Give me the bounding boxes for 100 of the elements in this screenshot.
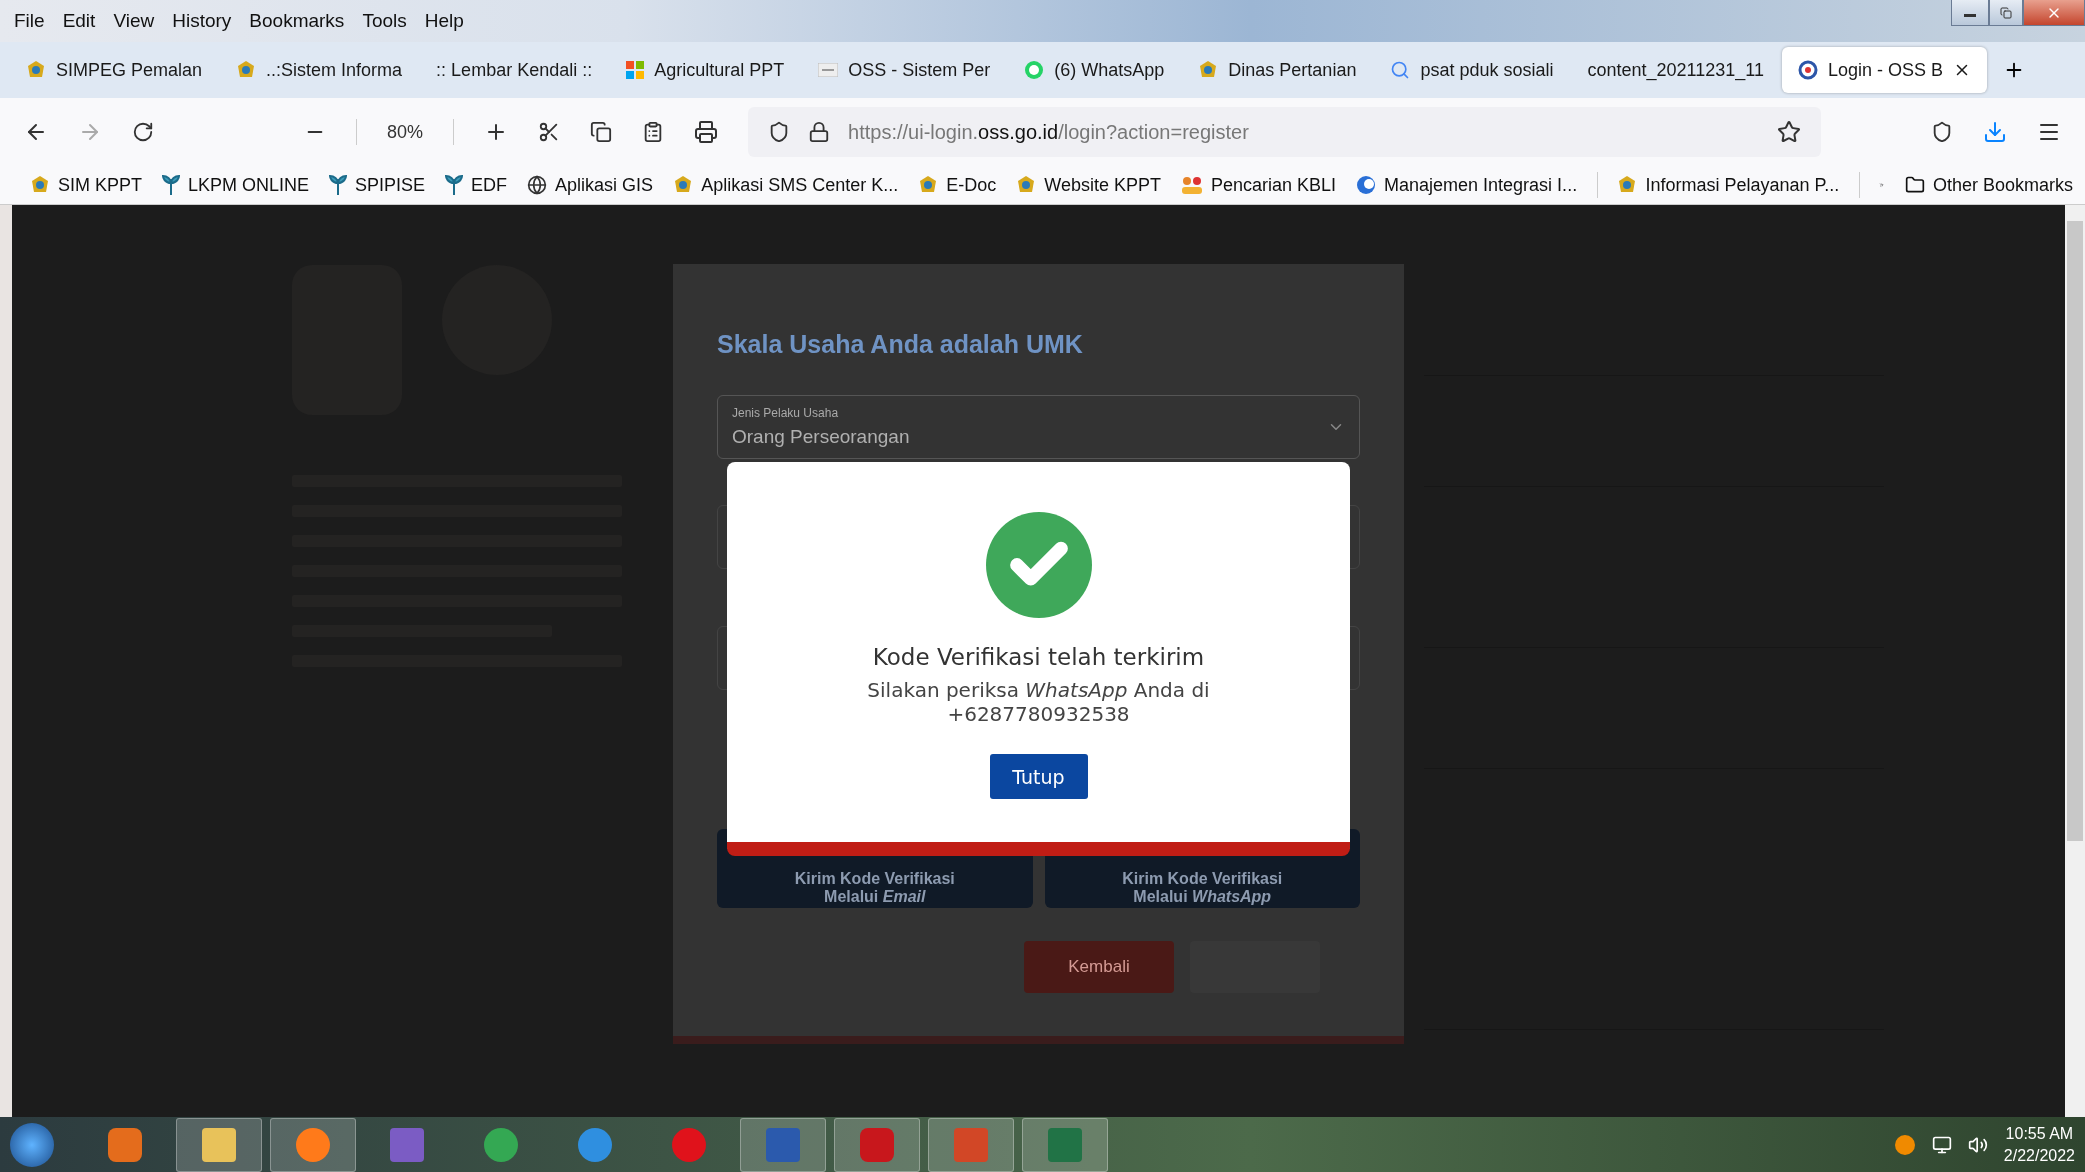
chat-icon <box>1024 60 1045 80</box>
tab-title: ..:Sistem Informa <box>266 59 403 81</box>
bookmark-label: E-Doc <box>946 174 997 196</box>
taskbar-button[interactable] <box>1022 1117 1108 1172</box>
menu-item[interactable]: Bookmarks <box>249 10 345 32</box>
field-label: Jenis Pelaku Usaha <box>732 406 840 420</box>
emblem-icon <box>1016 175 1037 195</box>
scrollbar[interactable] <box>2065 205 2085 1117</box>
taskbar-button[interactable] <box>740 1117 826 1172</box>
emblem-icon <box>30 175 50 195</box>
bookmark-item[interactable]: Pencarian KBLI <box>1180 174 1337 196</box>
emblem-icon <box>26 60 46 80</box>
taskbar-button[interactable] <box>176 1117 262 1172</box>
copy-icon[interactable] <box>590 121 613 143</box>
browser-tab[interactable]: Login - OSS B <box>1782 47 1988 93</box>
menu-item[interactable]: Tools <box>362 10 407 32</box>
reload-icon[interactable] <box>132 121 154 143</box>
browser-icon <box>672 1127 706 1162</box>
taskbar-button[interactable] <box>270 1117 356 1172</box>
menu-item[interactable]: View <box>113 10 155 32</box>
browser-icon <box>484 1127 518 1162</box>
editor-icon <box>390 1127 424 1162</box>
back-button[interactable]: Kembali <box>1024 941 1174 993</box>
download-icon[interactable] <box>1983 120 2007 144</box>
presentation-icon <box>954 1127 988 1162</box>
tab-title: content_20211231_11 <box>1587 59 1764 81</box>
taskbar-button[interactable] <box>834 1117 920 1172</box>
browser-tab[interactable]: psat pduk sosiali <box>1374 47 1570 93</box>
bookmark-item[interactable]: Aplikasi GIS <box>527 174 654 196</box>
emblem-icon <box>1617 175 1638 195</box>
emblem-icon <box>1198 60 1219 80</box>
tab-title: SIMPEG Pemalan <box>56 59 203 81</box>
browser-tab[interactable]: OSS - Sistem Per <box>802 47 1007 93</box>
browser-tab[interactable]: SIMPEG Pemalan <box>10 47 219 93</box>
browser-icon <box>578 1127 612 1162</box>
browser-tab[interactable]: (6) WhatsApp <box>1008 47 1181 93</box>
grid-icon <box>626 61 645 79</box>
bookmark-item[interactable]: Website KPPT <box>1016 174 1161 196</box>
tab-title: :: Lembar Kendali :: <box>436 59 593 81</box>
emblem-icon <box>918 175 939 195</box>
bookmark-label: Other Bookmarks <box>1932 174 2073 196</box>
leaf-icon <box>162 175 180 195</box>
menu-item[interactable]: Help <box>424 10 464 32</box>
close-dialog-button[interactable]: Tutup <box>989 754 1088 799</box>
network-icon[interactable] <box>1931 1134 1952 1155</box>
bookmark-item[interactable]: LKPM ONLINE <box>162 174 310 196</box>
select-field[interactable]: Jenis Pelaku Usaha Orang Perseorangan <box>717 395 1360 459</box>
other-bookmarks[interactable]: Other Bookmarks <box>1904 174 2073 196</box>
bookmark-star-icon[interactable] <box>1777 120 1801 144</box>
bookmark-label: Website KPPT <box>1044 174 1161 196</box>
restore-button[interactable] <box>1989 0 2023 26</box>
folder-icon <box>1904 175 1925 195</box>
bookmark-label: SPIPISE <box>355 174 426 196</box>
leaf-icon <box>445 175 464 195</box>
spreadsheet-icon <box>1048 1127 1082 1162</box>
browser-tab[interactable]: Agricultural PPT <box>610 47 801 93</box>
tab-title: (6) WhatsApp <box>1054 59 1165 81</box>
browser-icon <box>296 1127 330 1162</box>
tab-title: psat pduk sosiali <box>1420 59 1554 81</box>
modal-title: Skala Usaha Anda adalah UMK <box>717 330 1084 360</box>
address-bar[interactable]: https://ui-login.oss.go.id/login?action=register <box>748 107 1821 157</box>
folder-icon <box>202 1127 236 1162</box>
bookmark-item[interactable]: E-Doc <box>918 174 997 196</box>
browser-tab[interactable]: Dinas Pertanian <box>1182 47 1373 93</box>
pdf-icon <box>860 1127 894 1162</box>
browser-tab[interactable]: content_20211231_11 <box>1571 47 1780 93</box>
close-button[interactable] <box>2023 0 2085 26</box>
menu-item[interactable]: History <box>172 10 232 32</box>
start-button[interactable] <box>10 1122 54 1167</box>
tab-title: Dinas Pertanian <box>1228 59 1357 81</box>
dialog-message: Silakan periksa WhatsApp Anda di +6287780932538 <box>867 678 1210 726</box>
menu-item[interactable]: Edit <box>62 10 96 32</box>
print-icon[interactable] <box>694 120 719 144</box>
bookmark-label: Pencarian KBLI <box>1210 174 1337 196</box>
leaf-icon <box>329 175 348 195</box>
url-text: https://ui-login.oss.go.id/login?action=register <box>848 120 1249 144</box>
swirl-icon <box>1356 175 1377 195</box>
dialog-title: Kode Verifikasi telah terkirim <box>872 644 1205 670</box>
volume-icon[interactable] <box>1967 1134 1988 1155</box>
browser-tab[interactable]: :: Lembar Kendali :: <box>420 47 609 93</box>
emblem-icon <box>673 175 694 195</box>
menu-item[interactable]: File <box>14 10 45 32</box>
tab-title: Agricultural PPT <box>654 59 785 81</box>
page-icon <box>818 63 839 77</box>
restore-icon <box>2000 6 2012 19</box>
tab-title: OSS - Sistem Per <box>848 59 991 81</box>
bookmark-item[interactable]: EDF <box>445 174 508 196</box>
bookmark-item[interactable]: SIM KPPT <box>30 174 142 196</box>
bookmark-label: SIM KPPT <box>58 174 142 196</box>
people-icon <box>1180 175 1203 195</box>
minimize-button[interactable] <box>1951 0 1989 26</box>
clock[interactable]: 10:55 AM 2/22/2022 <box>2003 1124 2075 1165</box>
bookmark-label: EDF <box>471 174 508 196</box>
bookmark-item[interactable]: SPIPISE <box>329 174 426 196</box>
tab-title: Login - OSS B <box>1828 59 1944 81</box>
zoom-level[interactable]: 80% <box>387 121 424 143</box>
browser-tab[interactable]: ..:Sistem Informa <box>220 47 419 93</box>
document-icon <box>766 1127 800 1162</box>
minimize-icon <box>1964 14 1976 17</box>
field-value: Orang Perseorangan <box>732 426 910 448</box>
